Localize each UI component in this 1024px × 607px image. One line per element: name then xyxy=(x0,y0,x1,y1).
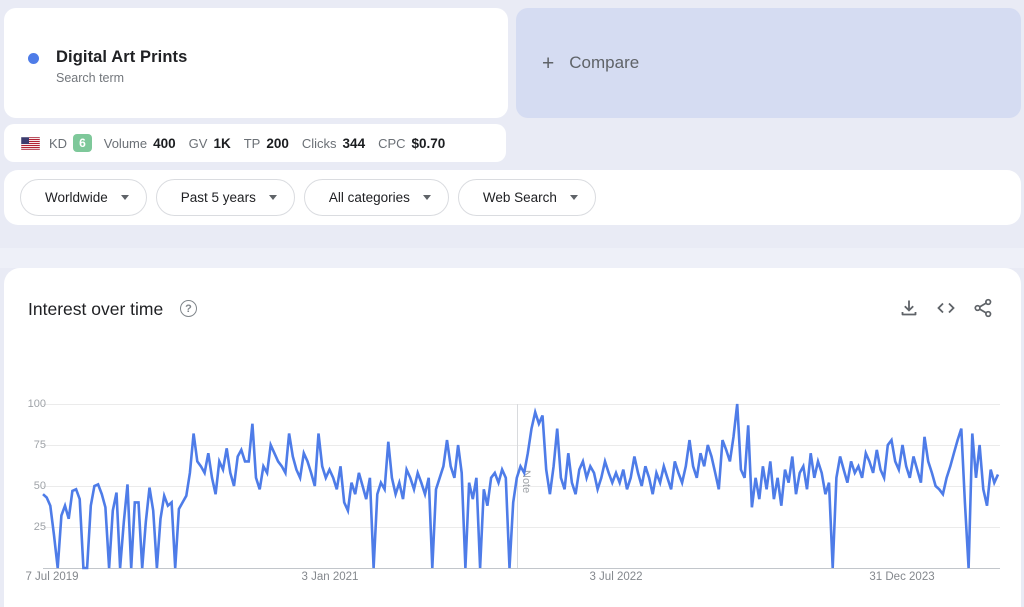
stat-volume: Volume 400 xyxy=(104,136,176,151)
filter-label: All categories xyxy=(329,190,410,205)
filter-bar: Worldwide Past 5 years All categories We… xyxy=(4,170,1021,225)
stat-value: 344 xyxy=(343,136,366,151)
gridline-75 xyxy=(43,445,1000,446)
stat-value: 200 xyxy=(266,136,289,151)
help-icon[interactable]: ? xyxy=(180,300,197,317)
search-term-title: Digital Art Prints xyxy=(56,48,187,67)
x-axis-line xyxy=(43,568,1000,569)
stat-cpc: CPC $0.70 xyxy=(378,136,445,151)
stat-label: TP xyxy=(244,136,261,151)
embed-icon[interactable] xyxy=(935,297,957,319)
chart-title: Interest over time xyxy=(28,299,163,320)
note-annotation-label[interactable]: Note xyxy=(520,470,532,493)
keyword-stats-bar: KD 6 Volume 400 GV 1K TP 200 Clicks 344 … xyxy=(4,124,506,162)
x-tick-1: 3 Jan 2021 xyxy=(302,571,359,583)
caret-down-icon xyxy=(269,195,277,200)
caret-down-icon xyxy=(570,195,578,200)
search-term-card[interactable]: Digital Art Prints Search term xyxy=(4,8,508,118)
stat-gv: GV 1K xyxy=(189,136,231,151)
stat-clicks: Clicks 344 xyxy=(302,136,365,151)
kd-label: KD xyxy=(49,136,67,151)
filter-label: Web Search xyxy=(483,190,557,205)
search-term-subtitle: Search term xyxy=(56,71,124,85)
section-divider-strip xyxy=(0,248,1024,268)
stat-label: Clicks xyxy=(302,136,337,151)
chart-toolbar xyxy=(898,297,994,319)
note-annotation-line[interactable] xyxy=(517,404,518,568)
filter-label: Past 5 years xyxy=(181,190,256,205)
caret-down-icon xyxy=(121,195,129,200)
google-trends-page: { "term_card": { "title": "Digital Art P… xyxy=(0,0,1024,607)
filter-time-dropdown[interactable]: Past 5 years xyxy=(156,179,295,216)
gridline-25 xyxy=(43,527,1000,528)
filter-region-dropdown[interactable]: Worldwide xyxy=(20,179,147,216)
gridline-100 xyxy=(43,404,1000,405)
compare-button[interactable]: + Compare xyxy=(516,8,1021,118)
stat-tp: TP 200 xyxy=(244,136,289,151)
x-tick-2: 3 Jul 2022 xyxy=(589,571,642,583)
download-icon[interactable] xyxy=(898,297,920,319)
stat-value: $0.70 xyxy=(412,136,446,151)
y-tick-25: 25 xyxy=(12,521,46,533)
plus-icon: + xyxy=(542,53,554,74)
stat-label: Volume xyxy=(104,136,147,151)
series-color-dot xyxy=(28,53,39,64)
caret-down-icon xyxy=(423,195,431,200)
stat-value: 400 xyxy=(153,136,176,151)
y-tick-75: 75 xyxy=(12,439,46,451)
y-tick-100: 100 xyxy=(12,398,46,410)
stat-label: CPC xyxy=(378,136,405,151)
filter-category-dropdown[interactable]: All categories xyxy=(304,179,449,216)
x-tick-0: 7 Jul 2019 xyxy=(25,571,78,583)
share-icon[interactable] xyxy=(972,297,994,319)
compare-label: Compare xyxy=(569,53,639,73)
us-flag-icon xyxy=(21,137,40,150)
stat-value: 1K xyxy=(213,136,230,151)
x-tick-3: 31 Dec 2023 xyxy=(869,571,934,583)
filter-searchtype-dropdown[interactable]: Web Search xyxy=(458,179,596,216)
kd-value-badge: 6 xyxy=(73,134,92,152)
stat-label: GV xyxy=(189,136,208,151)
filter-label: Worldwide xyxy=(45,190,108,205)
y-tick-50: 50 xyxy=(12,480,46,492)
